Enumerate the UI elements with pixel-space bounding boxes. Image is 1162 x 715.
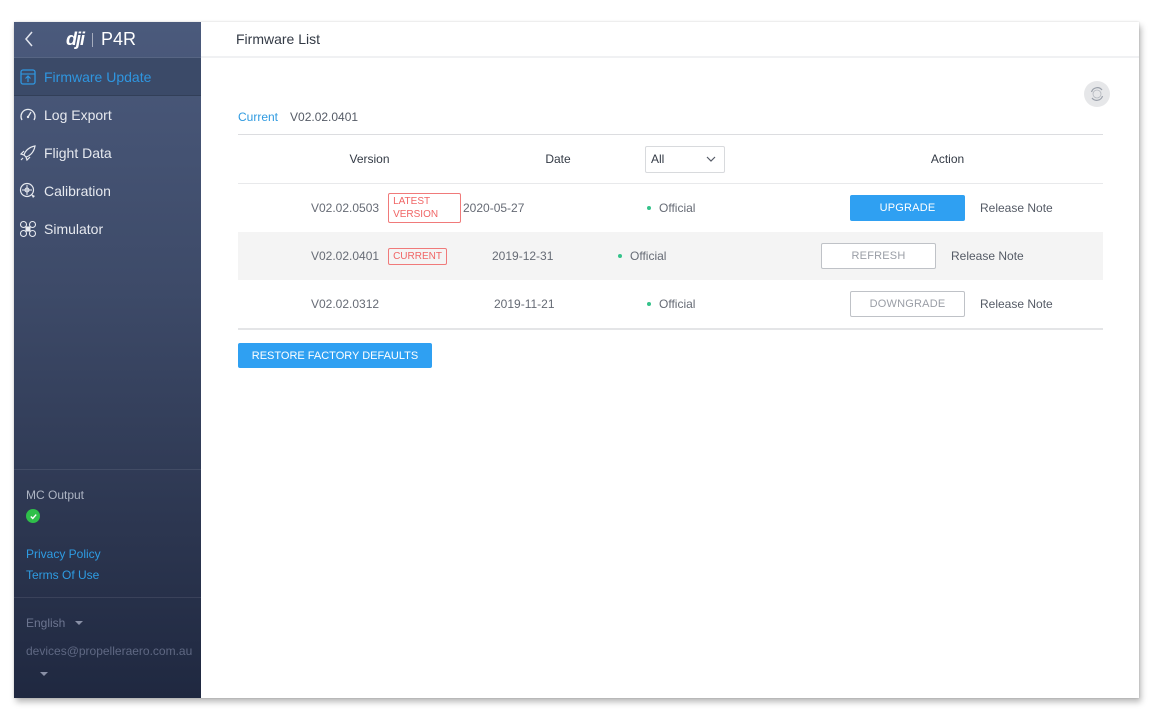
sidebar-item-label: Firmware Update (44, 68, 152, 85)
current-label: Current (238, 110, 279, 124)
type-cell: Official (635, 297, 812, 311)
privacy-policy-link[interactable]: Privacy Policy (26, 547, 101, 561)
caret-down-icon (40, 672, 48, 676)
release-note-link[interactable]: Release Note (951, 249, 1024, 263)
app-window: dji P4R Firmware Update Log Export Fligh… (14, 22, 1139, 698)
release-note-link[interactable]: Release Note (980, 201, 1053, 215)
page-header: Firmware List (201, 22, 1139, 58)
type-text: Official (659, 201, 696, 215)
action-cell: UPGRADE Release Note (812, 195, 1053, 221)
sidebar-item-label: Log Export (44, 107, 112, 123)
sidebar-item-label: Calibration (44, 183, 111, 199)
header-action: Action (930, 152, 965, 166)
type-cell: Official (606, 249, 783, 263)
table-row: V02.02.0312 2019-11-21 Official DOWNGRAD… (238, 280, 1103, 328)
current-version-row: Current V02.02.0401 (238, 110, 358, 124)
caret-down-icon (75, 621, 84, 625)
version-text: V02.02.0503 (311, 201, 380, 215)
calibration-icon (18, 181, 38, 201)
restore-factory-defaults-button[interactable]: RESTORE FACTORY DEFAULTS (238, 343, 432, 368)
sidebar-item-firmware-update[interactable]: Firmware Update (14, 58, 201, 96)
gauge-icon (18, 105, 38, 125)
sidebar-item-label: Simulator (44, 221, 104, 237)
version-cell: V02.02.0312 (238, 297, 494, 311)
terms-of-use-link[interactable]: Terms Of Use (26, 568, 99, 582)
sidebar-item-simulator[interactable]: Simulator (14, 210, 201, 248)
current-version: V02.02.0401 (290, 110, 359, 124)
logo: dji P4R (66, 29, 136, 50)
version-text: V02.02.0401 (311, 249, 380, 263)
current-badge: CURRENT (388, 247, 447, 265)
brand-logo: dji (66, 29, 85, 49)
language-label: English (26, 616, 66, 630)
action-cell: REFRESH Release Note (783, 243, 1024, 269)
header-version: Version (349, 152, 390, 166)
sync-button[interactable] (1084, 81, 1110, 107)
account-dropdown[interactable] (40, 672, 48, 676)
sidebar-item-flight-data[interactable]: Flight Data (14, 134, 201, 172)
table-row: V02.02.0401 CURRENT 2019-12-31 Official … (238, 232, 1103, 280)
official-dot-icon (647, 302, 651, 306)
main-content: Firmware List Current V02.02.0401 Versio… (201, 22, 1139, 698)
official-dot-icon (618, 254, 622, 258)
sync-icon (1090, 87, 1104, 101)
mc-output-status-icon (26, 509, 40, 523)
table-header: Version Date All Action (238, 135, 1103, 184)
type-filter-value: All (651, 152, 665, 166)
release-note-link[interactable]: Release Note (980, 297, 1053, 311)
mc-output-label: MC Output (26, 488, 85, 502)
type-filter-select[interactable]: All (645, 145, 725, 173)
sidebar-item-calibration[interactable]: Calibration (14, 172, 201, 210)
latest-version-badge: LATEST VERSION (388, 193, 461, 223)
header-date: Date (545, 152, 571, 166)
downgrade-button[interactable]: DOWNGRADE (850, 291, 965, 317)
action-cell: DOWNGRADE Release Note (812, 291, 1053, 317)
drone-icon (18, 219, 38, 239)
official-dot-icon (647, 206, 651, 210)
sidebar-item-log-export[interactable]: Log Export (14, 96, 201, 134)
sidebar-divider (14, 469, 201, 470)
table-divider (238, 328, 1103, 330)
type-text: Official (659, 297, 696, 311)
version-cell: V02.02.0503 LATEST VERSION (238, 193, 461, 223)
version-cell: V02.02.0401 CURRENT (238, 247, 461, 265)
sidebar-item-label: Flight Data (44, 145, 112, 161)
type-text: Official (630, 249, 667, 263)
firmware-table: Version Date All Action V02.02.0503 LATE… (238, 134, 1103, 330)
date-cell: 2020-05-27 (463, 201, 525, 215)
sidebar-header: dji P4R (14, 22, 201, 58)
logo-divider (92, 32, 93, 47)
header-type: All (635, 145, 812, 173)
language-selector[interactable]: English (26, 616, 84, 630)
model-name: P4R (101, 29, 137, 49)
chevron-down-icon (706, 156, 716, 162)
table-row: V02.02.0503 LATEST VERSION 2020-05-27 Of… (238, 184, 1103, 232)
rocket-icon (18, 143, 38, 163)
sidebar: dji P4R Firmware Update Log Export Fligh… (14, 22, 201, 698)
refresh-button[interactable]: REFRESH (821, 243, 936, 269)
sidebar-divider (14, 597, 201, 598)
back-chevron-icon[interactable] (24, 31, 38, 49)
type-cell: Official (635, 201, 812, 215)
firmware-update-icon (18, 67, 38, 87)
upgrade-button[interactable]: UPGRADE (850, 195, 965, 221)
page-title: Firmware List (236, 31, 321, 47)
version-text: V02.02.0312 (311, 297, 380, 311)
account-email[interactable]: devices@propelleraero.com.au (26, 644, 192, 658)
